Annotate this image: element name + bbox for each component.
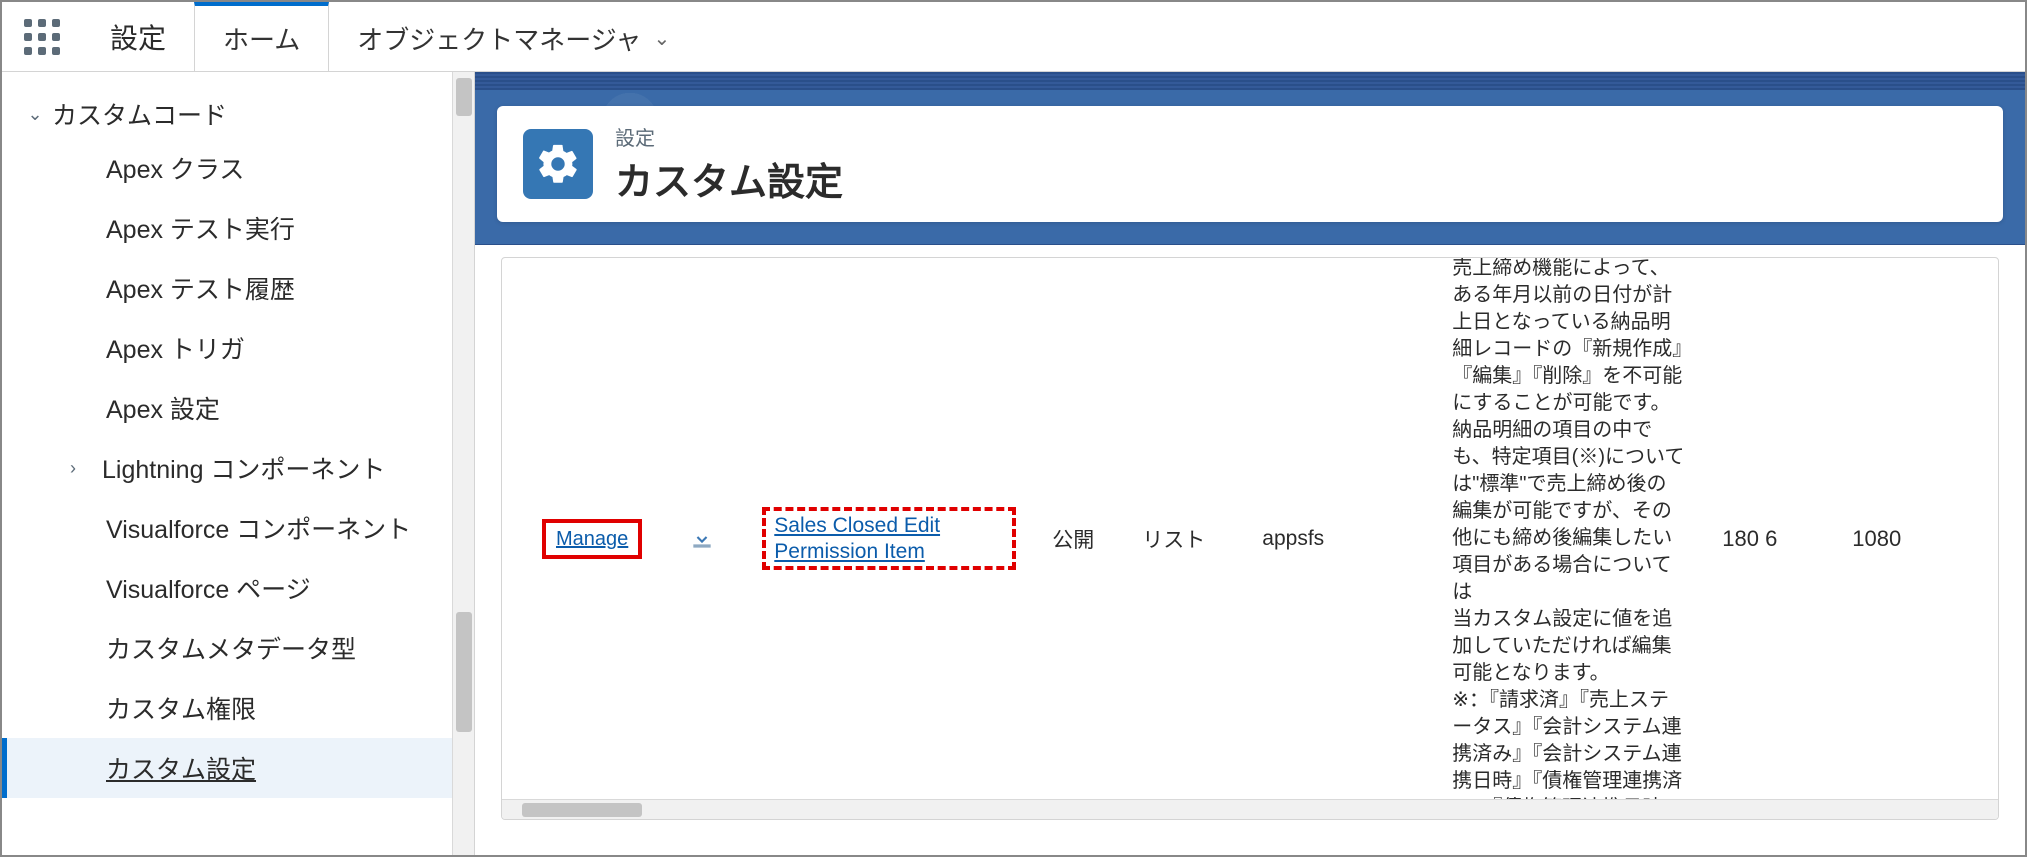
caret-down-icon: ⌄ bbox=[24, 104, 46, 125]
table-row: Manage Sales Closed Edit Permission Item… bbox=[502, 258, 1998, 819]
row-action: Manage bbox=[524, 258, 660, 819]
top-bar: 設定 ホーム オブジェクトマネージャ ⌄ bbox=[2, 2, 2025, 72]
sidebar-item-visualforce-components[interactable]: Visualforce コンポーネント bbox=[2, 498, 474, 558]
page-title: カスタム設定 bbox=[615, 151, 843, 206]
sidebar-item-apex-classes[interactable]: Apex クラス bbox=[2, 138, 474, 198]
highlight-name: Sales Closed Edit Permission Item bbox=[762, 507, 1016, 569]
tab-home-label: ホーム bbox=[223, 20, 300, 57]
namespace-cell: appsfs bbox=[1244, 258, 1434, 819]
manage-link[interactable]: Manage bbox=[556, 528, 628, 550]
tab-object-manager[interactable]: オブジェクトマネージャ ⌄ bbox=[329, 2, 698, 71]
download-icon[interactable] bbox=[688, 525, 716, 553]
sidebar-scrollbar[interactable] bbox=[452, 72, 474, 855]
sidebar-item-custom-metadata-types[interactable]: カスタムメタデータ型 bbox=[2, 618, 474, 678]
highlight-manage: Manage bbox=[542, 519, 642, 559]
tab-object-manager-label: オブジェクトマネージャ bbox=[357, 20, 641, 57]
sidebar-section-custom-code[interactable]: ⌄ カスタムコード bbox=[2, 90, 474, 138]
description-cell: 売上締め機能によって、ある年月以前の日付が計上日となっている納品明細レコードの『… bbox=[1434, 258, 1704, 819]
chevron-down-icon: ⌄ bbox=[653, 26, 670, 51]
value2-cell: 1080 bbox=[1834, 258, 1944, 819]
breadcrumb: 設定 bbox=[615, 122, 843, 151]
name-cell: Sales Closed Edit Permission Item bbox=[744, 258, 1034, 819]
sidebar-item-custom-permissions[interactable]: カスタム権限 bbox=[2, 678, 474, 738]
tab-home[interactable]: ホーム bbox=[194, 2, 329, 71]
banner-strip bbox=[475, 72, 2025, 90]
visibility-cell: 公開 bbox=[1034, 258, 1124, 819]
app-name: 設定 bbox=[82, 2, 194, 71]
sidebar-item-apex-test-execution[interactable]: Apex テスト実行 bbox=[2, 198, 474, 258]
sidebar-item-custom-settings[interactable]: カスタム設定 bbox=[2, 738, 474, 798]
sidebar-item-lightning-components[interactable]: › Lightning コンポーネント bbox=[2, 438, 474, 498]
gear-icon bbox=[523, 129, 593, 199]
sidebar-item-visualforce-pages[interactable]: Visualforce ページ bbox=[2, 558, 474, 618]
type-cell: リスト bbox=[1124, 258, 1244, 819]
list-panel: Manage Sales Closed Edit Permission Item… bbox=[501, 257, 1999, 820]
content-pane: 設定 カスタム設定 Manage Sa bbox=[475, 72, 2025, 855]
scrollbar-thumb[interactable] bbox=[522, 803, 642, 817]
page-header: 設定 カスタム設定 bbox=[497, 106, 2003, 222]
sidebar: ⌄ カスタムコード Apex クラス Apex テスト実行 Apex テスト履歴… bbox=[2, 72, 475, 855]
waffle-icon bbox=[24, 19, 60, 55]
scrollbar-thumb[interactable] bbox=[456, 612, 472, 732]
setting-name-link[interactable]: Sales Closed Edit Permission Item bbox=[774, 514, 940, 562]
caret-right-icon: › bbox=[62, 458, 84, 479]
value1-cell: 180 6 bbox=[1704, 258, 1834, 819]
sidebar-item-apex-test-history[interactable]: Apex テスト履歴 bbox=[2, 258, 474, 318]
app-launcher-button[interactable] bbox=[2, 2, 82, 71]
sidebar-section-label: カスタムコード bbox=[52, 96, 227, 132]
sidebar-item-apex-settings[interactable]: Apex 設定 bbox=[2, 378, 474, 438]
download-cell bbox=[660, 258, 744, 819]
horizontal-scrollbar[interactable] bbox=[502, 799, 1998, 819]
sidebar-item-label: Lightning コンポーネント bbox=[102, 450, 385, 486]
scrollbar-thumb[interactable] bbox=[456, 78, 472, 116]
sidebar-item-apex-triggers[interactable]: Apex トリガ bbox=[2, 318, 474, 378]
